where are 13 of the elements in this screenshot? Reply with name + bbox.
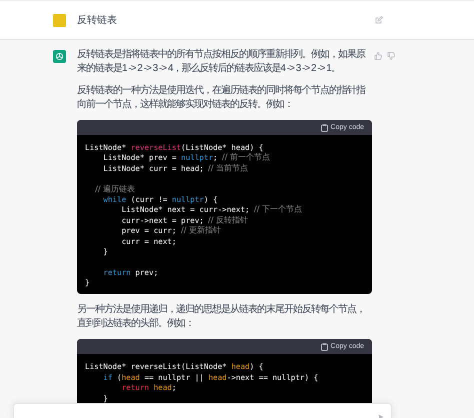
user-avatar [53,14,66,26]
user-message: 反转链表 [77,14,118,27]
clipboard-icon [320,124,328,132]
message-paragraph: 另一种方法是使用递归，递归的思想是从链表的末尾开始反转每个节点，直到到达链表的头部。例如： [77,303,366,332]
message-paragraph: 反转链表的一种方法是使用迭代，在遍历链表的同时将每个节点的指针指向前一个节点，这样就能够实现对链表的反转。例如： [77,84,366,112]
message-paragraph: 反转链表是指将链表中的所有节点按相反的顺序重新排列。例如，如果原来的链表是1 -> 2 -> 3 -> 4，那么反转后的链表应该是4 -> 3 -> 2 -> 1。 [77,48,366,76]
thumbs-up-icon[interactable] [374,52,382,60]
message-input-field[interactable] [13,403,392,418]
edit-icon[interactable] [375,16,383,24]
assistant-avatar-icon [53,50,66,63]
code-line: // 遍历链表 [94,184,136,195]
thumbs-down-icon[interactable] [387,52,395,60]
clipboard-icon [320,342,328,351]
